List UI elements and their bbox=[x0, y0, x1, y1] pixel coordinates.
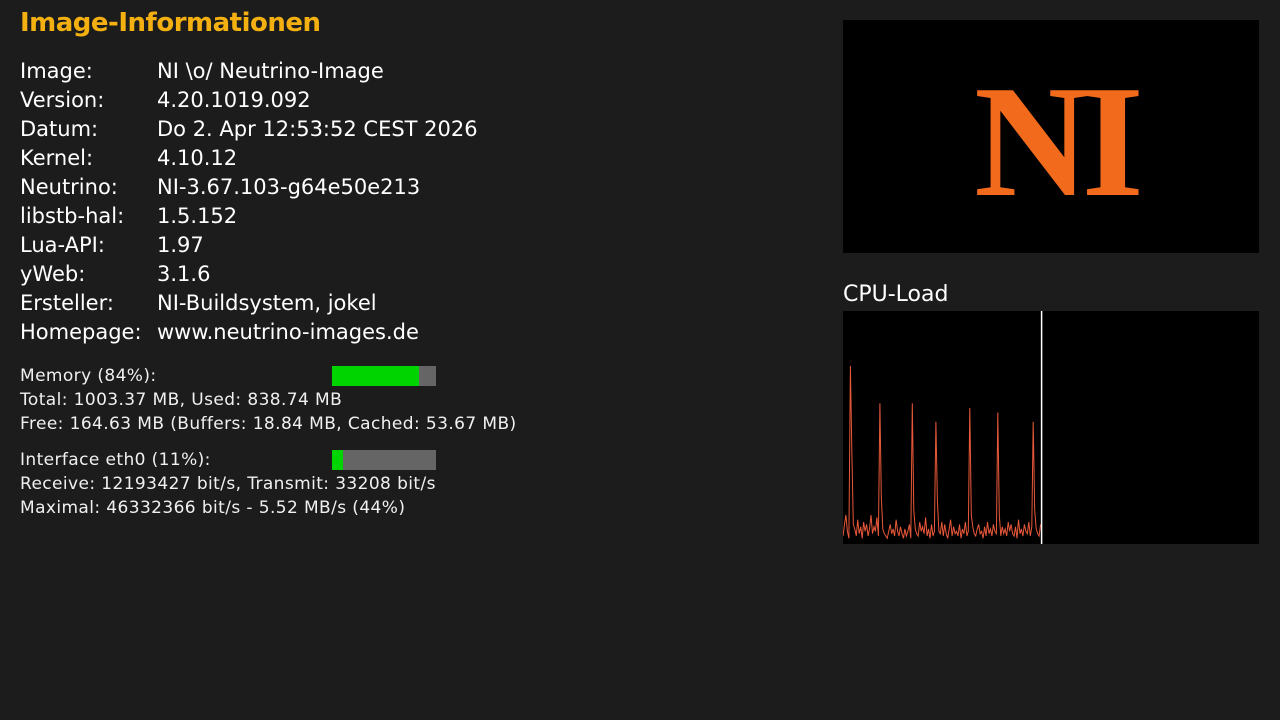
info-label: Version: bbox=[20, 87, 105, 112]
info-label: Ersteller: bbox=[20, 290, 114, 315]
info-row: Image: NI \o/ Neutrino-Image bbox=[20, 56, 478, 85]
info-label: yWeb: bbox=[20, 261, 86, 286]
network-max-line: Maximal: 46332366 bit/s - 5.52 MB/s (44%… bbox=[20, 498, 406, 518]
memory-label: Memory (84%): bbox=[20, 366, 157, 386]
image-logo-panel: NI bbox=[843, 20, 1259, 253]
info-row: Lua-API: 1.97 bbox=[20, 230, 478, 259]
info-row: Kernel: 4.10.12 bbox=[20, 143, 478, 172]
memory-free-line: Free: 164.63 MB (Buffers: 18.84 MB, Cach… bbox=[20, 414, 517, 434]
memory-usage-bar-fill bbox=[332, 366, 420, 386]
cpu-load-line bbox=[843, 365, 1042, 540]
info-value: www.neutrino-images.de bbox=[157, 319, 419, 344]
cpu-load-title: CPU-Load bbox=[843, 282, 949, 307]
info-row: Datum: Do 2. Apr 12:53:52 CEST 2026 bbox=[20, 114, 478, 143]
cpu-load-chart bbox=[843, 311, 1043, 544]
info-label: Kernel: bbox=[20, 145, 94, 170]
info-label: Datum: bbox=[20, 116, 99, 141]
info-row: Neutrino: NI-3.67.103-g64e50e213 bbox=[20, 172, 478, 201]
info-row: yWeb: 3.1.6 bbox=[20, 259, 478, 288]
info-value: 4.20.1019.092 bbox=[157, 87, 311, 112]
info-row: Homepage: www.neutrino-images.de bbox=[20, 317, 478, 346]
ni-logo-icon: NI bbox=[974, 52, 1147, 230]
info-value: 4.10.12 bbox=[157, 145, 238, 170]
memory-section: Memory (84%): Total: 1003.37 MB, Used: 8… bbox=[20, 364, 517, 436]
info-label: libstb-hal: bbox=[20, 203, 125, 228]
info-value: 1.97 bbox=[157, 232, 204, 257]
image-info-table: Image: NI \o/ Neutrino-Image Version: 4.20.… bbox=[20, 56, 478, 346]
info-row: Ersteller: NI-Buildsystem, jokel bbox=[20, 288, 478, 317]
info-value: Do 2. Apr 12:53:52 CEST 2026 bbox=[157, 116, 478, 141]
cpu-load-graph bbox=[843, 311, 1259, 544]
info-value: NI-Buildsystem, jokel bbox=[157, 290, 377, 315]
info-value: NI-3.67.103-g64e50e213 bbox=[157, 174, 421, 199]
svg-text:NI: NI bbox=[974, 52, 1139, 230]
info-value: 3.1.6 bbox=[157, 261, 211, 286]
info-row: Version: 4.20.1019.092 bbox=[20, 85, 478, 114]
memory-usage-bar bbox=[332, 366, 436, 386]
info-label: Lua-API: bbox=[20, 232, 105, 257]
network-usage-bar-fill bbox=[332, 450, 344, 470]
info-label: Image: bbox=[20, 58, 93, 83]
network-receive-line: Receive: 12193427 bit/s, Transmit: 33208… bbox=[20, 474, 436, 494]
info-row: libstb-hal: 1.5.152 bbox=[20, 201, 478, 230]
info-label: Homepage: bbox=[20, 319, 142, 344]
info-value: 1.5.152 bbox=[157, 203, 238, 228]
info-label: Neutrino: bbox=[20, 174, 118, 199]
page-title: Image-Informationen bbox=[20, 8, 321, 38]
memory-total-line: Total: 1003.37 MB, Used: 838.74 MB bbox=[20, 390, 343, 410]
network-usage-bar bbox=[332, 450, 436, 470]
info-value: NI \o/ Neutrino-Image bbox=[157, 58, 384, 83]
